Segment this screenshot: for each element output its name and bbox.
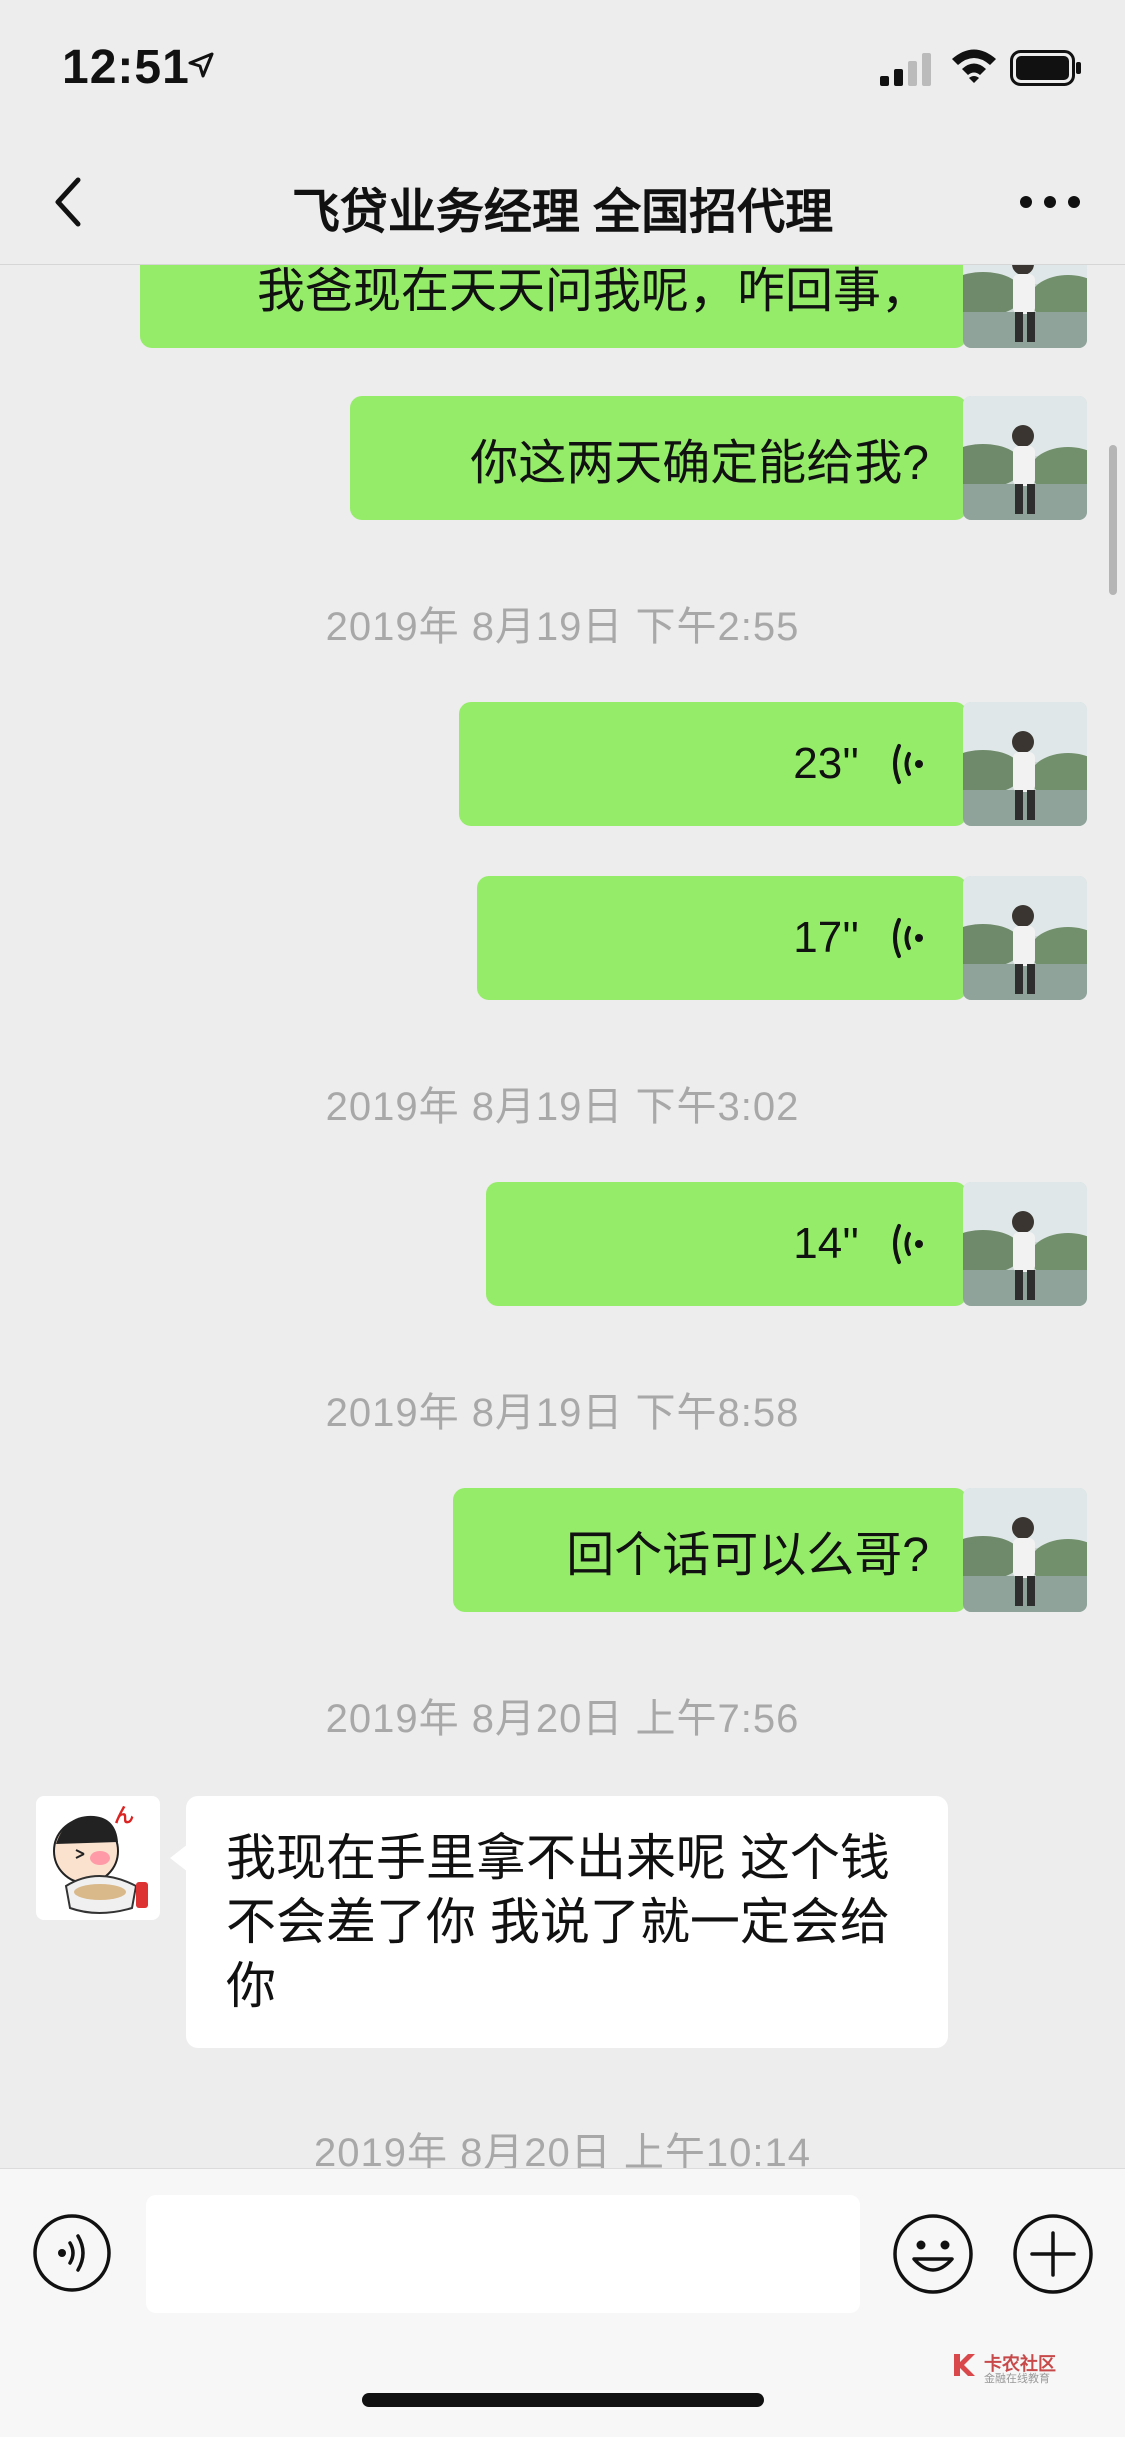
timestamp: 2019年 8月19日 下午2:55 (325, 605, 800, 649)
watermark-subtitle: 金融在线教育 (984, 2373, 1050, 2385)
watermark-logo: 卡农社区 金融在线教育 (948, 2350, 1078, 2390)
timestamp: 2019年 8月19日 下午3:02 (325, 1085, 800, 1129)
back-chevron-icon[interactable] (40, 170, 100, 234)
avatar-image (963, 1182, 1087, 1306)
message-text: 回个话可以么哥? (566, 1529, 929, 1582)
avatar-image (963, 876, 1087, 1000)
avatar-me[interactable] (963, 1488, 1087, 1612)
signal-icon (880, 53, 931, 86)
avatar-image (963, 1488, 1087, 1612)
timestamp: 2019年 8月19日 下午8:58 (325, 1391, 800, 1435)
home-indicator[interactable] (362, 2393, 764, 2407)
chat-header: 飞贷业务经理 全国招代理 (0, 140, 1125, 265)
voice-duration: 17'' (793, 913, 859, 962)
message-bubble-sent[interactable]: 回个话可以么哥? (453, 1488, 983, 1612)
voice-message-sent[interactable]: 14'' (486, 1182, 983, 1306)
avatar-image (963, 702, 1087, 826)
avatar-me[interactable] (963, 1182, 1087, 1306)
avatar-me[interactable] (963, 396, 1087, 520)
avatar-me[interactable] (963, 702, 1087, 826)
message-input[interactable] (146, 2195, 860, 2313)
avatar-image (963, 264, 1087, 348)
scrollbar[interactable] (1109, 445, 1117, 595)
avatar-me[interactable] (963, 264, 1087, 348)
message-text: 你这两天确定能给我? (470, 437, 929, 490)
message-text: 我现在手里拿不出来呢 这个钱不会差了你 我说了就一定会给你 (226, 1830, 890, 2014)
plus-icon[interactable] (1012, 2213, 1094, 2295)
avatar-contact[interactable]: ん (36, 1796, 160, 1920)
voice-message-sent[interactable]: 17'' (477, 876, 983, 1000)
avatar-image: ん (36, 1796, 160, 1920)
timestamp: 2019年 8月20日 上午7:56 (325, 1697, 800, 1741)
voice-duration: 14'' (793, 1219, 859, 1268)
voice-wave-icon (893, 918, 923, 958)
avatar-me[interactable] (963, 876, 1087, 1000)
message-bubble-sent[interactable]: 我爸现在天天问我呢，咋回事， (140, 264, 983, 348)
avatar-image (963, 396, 1087, 520)
timestamp: 2019年 8月20日 上午10:14 (313, 2131, 812, 2168)
message-bubble-sent[interactable]: 你这两天确定能给我? (350, 396, 983, 520)
chat-title: 飞贷业务经理 全国招代理 (291, 186, 834, 239)
wifi-icon (952, 49, 996, 83)
status-bar: 12:51 (0, 0, 1125, 140)
more-dots-icon[interactable] (1015, 180, 1085, 224)
svg-text:ん: ん (114, 1803, 134, 1827)
battery-icon (1010, 50, 1081, 86)
chat-message-list[interactable]: 我爸现在天天问我呢，咋回事， 你这两天确定能给我? 2019年 8月19日 下午… (0, 264, 1125, 2168)
voice-wave-icon (893, 1224, 923, 1264)
voice-input-icon[interactable] (32, 2213, 112, 2293)
message-text: 我爸现在天天问我呢，咋回事， (256, 265, 929, 318)
location-arrow-icon (188, 52, 214, 78)
message-bubble-received[interactable]: 我现在手里拿不出来呢 这个钱不会差了你 我说了就一定会给你 (170, 1796, 948, 2048)
voice-message-sent[interactable]: 23'' (459, 702, 983, 826)
emoji-icon[interactable] (892, 2213, 974, 2295)
watermark-icon (954, 2354, 975, 2376)
status-time: 12:51 (62, 41, 190, 94)
voice-wave-icon (893, 744, 923, 784)
voice-duration: 23'' (793, 739, 859, 788)
